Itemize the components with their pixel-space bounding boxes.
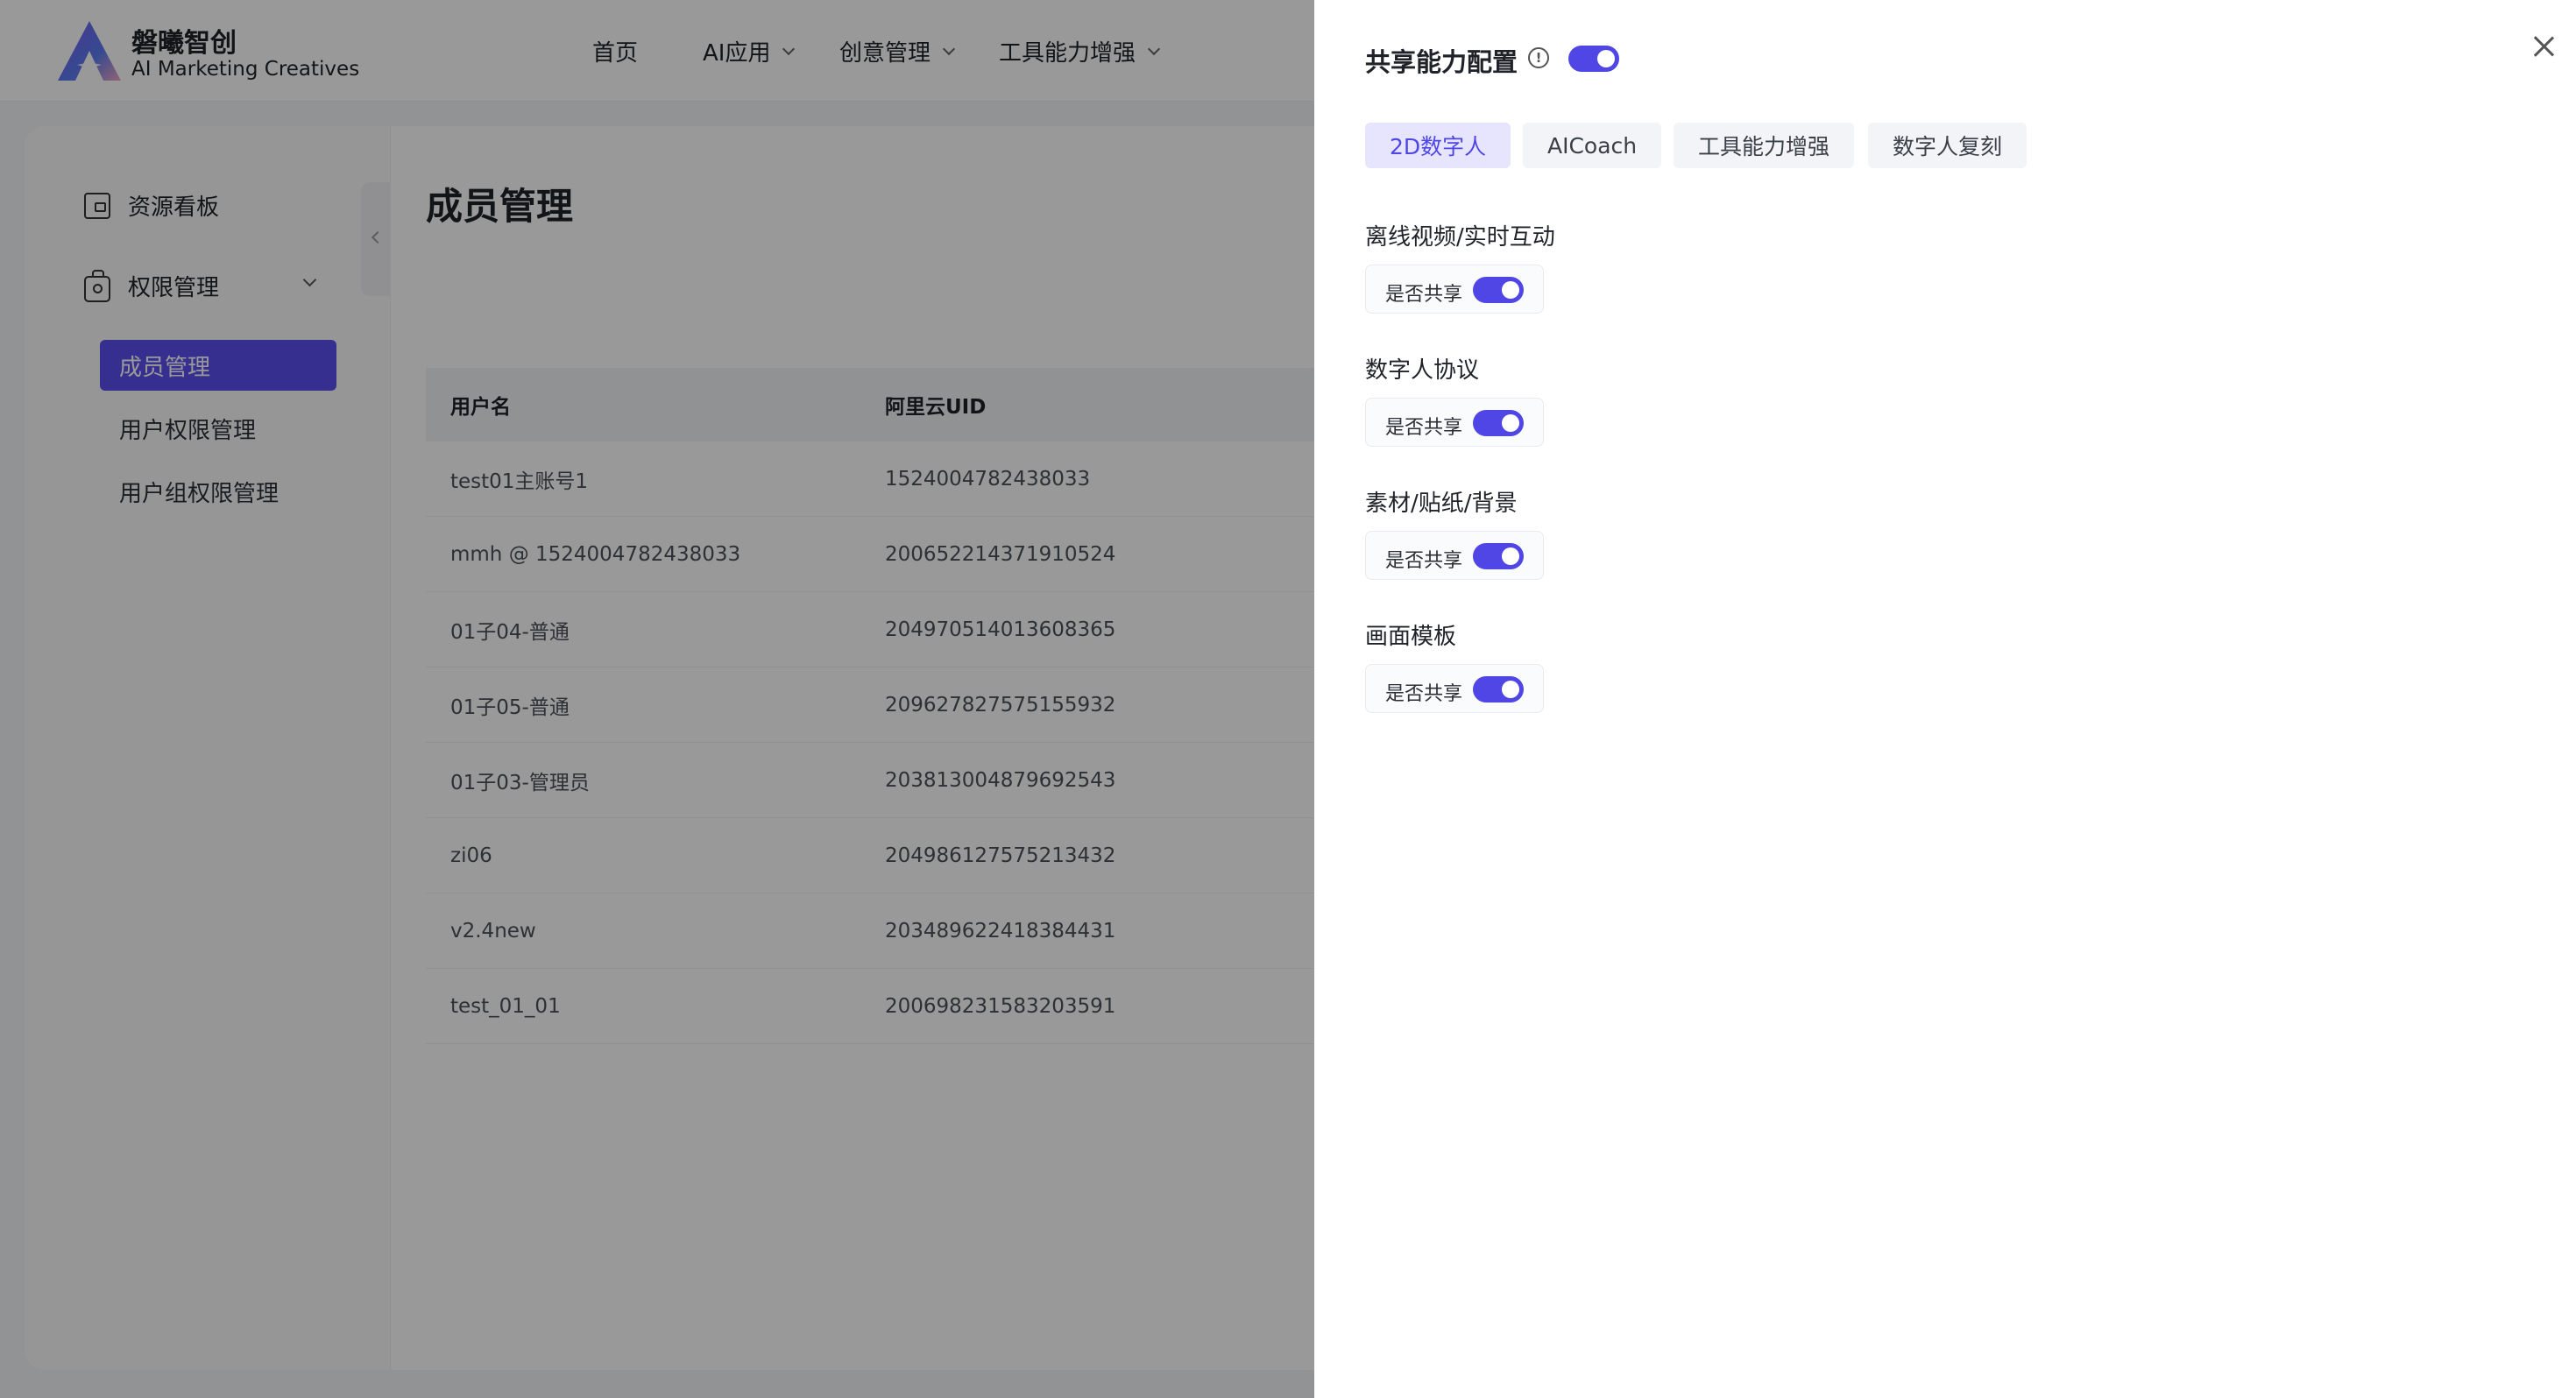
share-config-drawer: 共享能力配置 ! 2D数字人 AICoach 工具能力增强 数字人复刻 离线视频… — [1314, 0, 2576, 1398]
tab-digital-human-clone[interactable]: 数字人复刻 — [1868, 123, 2028, 168]
share-toggle[interactable] — [1473, 277, 1524, 303]
share-toggle[interactable] — [1473, 410, 1524, 436]
share-label: 是否共享 — [1385, 550, 1463, 572]
share-toggle[interactable] — [1473, 676, 1524, 703]
tab-tool-enhancement[interactable]: 工具能力增强 — [1674, 123, 1855, 168]
tab-aicoach[interactable]: AICoach — [1523, 123, 1662, 168]
share-label: 是否共享 — [1385, 284, 1463, 306]
info-icon[interactable]: ! — [1528, 47, 1549, 68]
share-switch-group: 是否共享 — [1365, 398, 1544, 447]
section-label-digital-human-agreement: 数字人协议 — [1365, 357, 1480, 384]
drawer-title: 共享能力配置 — [1365, 47, 1518, 77]
share-switch-group: 是否共享 — [1365, 664, 1544, 713]
close-icon[interactable] — [2530, 33, 2557, 60]
share-label: 是否共享 — [1385, 417, 1463, 439]
master-share-toggle[interactable] — [1568, 46, 1619, 72]
app-root: 磐曦智创 AI Marketing Creatives 首页 AI应用 创意管理… — [0, 0, 2576, 1398]
share-label: 是否共享 — [1385, 683, 1463, 705]
section-label-offline-video: 离线视频/实时互动 — [1365, 224, 1555, 251]
drawer-backdrop-mask[interactable] — [0, 0, 1314, 1398]
share-switch-group: 是否共享 — [1365, 531, 1544, 580]
section-label-materials: 素材/贴纸/背景 — [1365, 491, 1518, 517]
tab-2d-digital-human[interactable]: 2D数字人 — [1365, 123, 1511, 168]
share-switch-group: 是否共享 — [1365, 265, 1544, 314]
section-label-screen-template: 画面模板 — [1365, 624, 1457, 650]
share-toggle[interactable] — [1473, 543, 1524, 569]
